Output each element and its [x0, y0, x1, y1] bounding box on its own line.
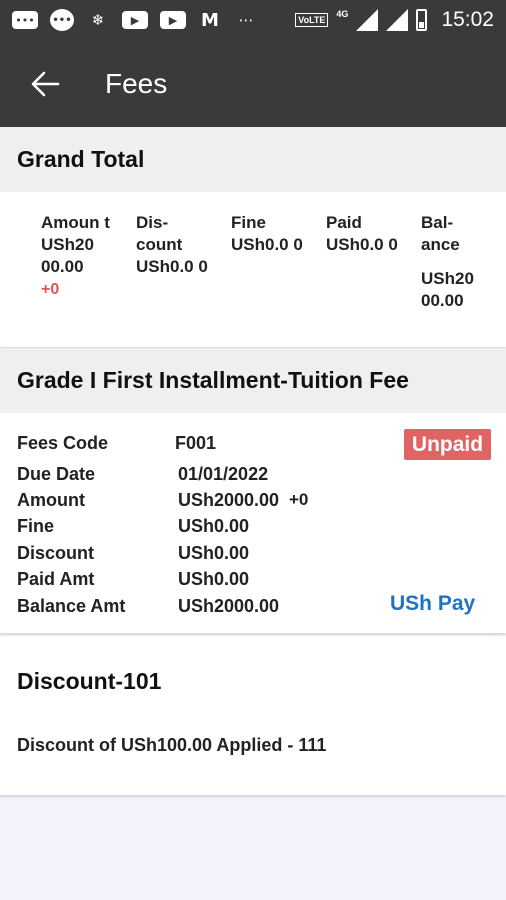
grand-total-column-discount: Dis- count USh0.0 0: [136, 212, 212, 278]
clock: 15:02: [441, 8, 494, 31]
arrow-left-icon: [31, 71, 60, 96]
network-type: 4G: [336, 9, 349, 19]
back-button[interactable]: [5, 54, 85, 114]
grand-total-label: Bal- ance: [421, 213, 460, 254]
grand-total-column-fine: Fine USh0.0 0: [231, 212, 307, 256]
grand-total-column-paid: Paid USh0.0 0: [326, 212, 402, 256]
fine-value: USh0.00: [178, 516, 250, 536]
discount-description: Discount of USh100.00 Applied - 111: [17, 735, 327, 755]
signal-icon: [386, 9, 409, 31]
signal-icon: [356, 9, 379, 31]
discount-value: USh0.00: [178, 543, 250, 563]
grand-total-extra: +0: [41, 281, 60, 298]
amount-label: Amount: [17, 490, 85, 510]
status-bar: ••• ••• ❄ ▶ ▶ M ⋯ VoLTE 4G 15:02: [0, 0, 506, 40]
grand-total-card: Amoun t USh20 00.00 +0 Dis- count USh0.0…: [0, 192, 506, 347]
amount-extra: +0: [289, 490, 309, 509]
pay-button[interactable]: USh Pay: [390, 592, 475, 616]
paid-amt-value: USh0.00: [178, 569, 250, 589]
fees-code-label: Fees Code: [17, 433, 109, 453]
due-date-label: Due Date: [17, 464, 96, 484]
message-icon: •••: [12, 11, 38, 29]
amount-value: USh2000.00: [178, 490, 280, 510]
snowflake-icon: ❄: [91, 11, 105, 29]
paid-amt-label: Paid Amt: [17, 569, 95, 589]
fee-card: Unpaid Fees Code F001 Due Date 01/01/202…: [0, 413, 506, 633]
grand-total-value: USh0.0 0: [231, 235, 303, 254]
discount-title: Discount-101: [17, 668, 162, 694]
chat-bubble-icon: •••: [50, 9, 74, 31]
grand-total-label: Fine: [231, 213, 266, 232]
discount-label: Discount: [17, 543, 95, 563]
status-badge: Unpaid: [404, 429, 491, 460]
balance-amt-label: Balance Amt: [17, 596, 126, 616]
balance-amt-value: USh2000.00: [178, 596, 280, 616]
grand-total-label: Paid: [326, 213, 362, 232]
fees-code-value: F001: [175, 433, 217, 453]
grand-total-column-amount: Amoun t USh20 00.00 +0: [41, 212, 117, 301]
due-date-value: 01/01/2022: [178, 464, 269, 484]
grand-total-label: Dis- count: [136, 213, 183, 254]
grand-total-value: USh0.0 0: [326, 235, 398, 254]
youtube-icon: ▶: [122, 11, 148, 29]
fine-label: Fine: [17, 516, 55, 536]
fee-heading: Grade I First Installment-Tuition Fee: [0, 348, 506, 413]
grand-total-label: Amoun t: [41, 213, 110, 232]
grand-total-column-balance: Bal- ance USh20 00.00: [421, 212, 491, 312]
app-bar: Fees: [0, 40, 506, 127]
youtube-icon: ▶: [160, 11, 186, 29]
grand-total-value: USh20 00.00: [421, 269, 474, 310]
battery-icon: [416, 9, 428, 31]
discount-card: Discount-101 Discount of USh100.00 Appli…: [0, 636, 506, 795]
volte-indicator: VoLTE: [295, 13, 329, 27]
grand-total-value: USh20 00.00: [41, 235, 94, 276]
grand-total-value: USh0.0 0: [136, 257, 208, 276]
gmail-icon: M: [201, 9, 219, 31]
more-dots-icon: ⋯: [238, 11, 254, 29]
page-title: Fees: [105, 67, 168, 99]
grand-total-heading: Grand Total: [0, 127, 506, 192]
